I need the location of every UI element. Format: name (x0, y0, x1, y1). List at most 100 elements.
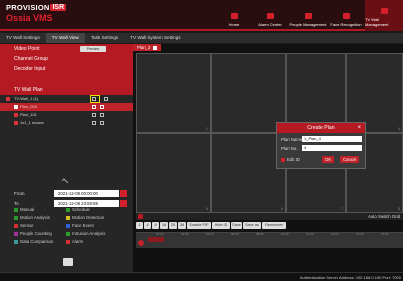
edit-icon[interactable] (92, 105, 96, 109)
auto-switch-label[interactable]: Auto Switch Grid (368, 214, 400, 219)
save-as-button[interactable]: Save as (243, 222, 261, 229)
tab-tv-wall-system-settings[interactable]: TV Wall System Settings (124, 33, 186, 43)
event-checkbox[interactable] (66, 231, 70, 236)
timeline-indicator-icon (138, 214, 143, 219)
menu-tv-wall-plan[interactable]: TV Wall Plan (0, 85, 133, 95)
tree-row-plan-003[interactable]: Plan_003 (0, 103, 133, 111)
timeline-marker[interactable] (148, 237, 164, 242)
plan-no-input[interactable]: 4 (302, 145, 362, 151)
people-icon (304, 13, 312, 19)
close-icon[interactable]: × (357, 123, 361, 133)
grid-cell[interactable]: 5 (136, 133, 211, 213)
renumber-button[interactable]: Renumber (262, 222, 286, 229)
tv-wall-icon (380, 8, 388, 14)
cancel-button[interactable]: Cancel (340, 156, 360, 163)
add-plan-icon[interactable] (92, 97, 96, 101)
event-filter-item[interactable]: Schedule (66, 207, 90, 212)
grid-cell[interactable]: 4 (346, 53, 403, 133)
plan-tab-label: Plan_3 (137, 45, 151, 50)
grid-16-button[interactable]: 16 (160, 222, 168, 229)
tree-label: TV-Wall_1 (1) (14, 96, 39, 101)
nav-face-recognition[interactable]: Face Recognition (327, 0, 365, 31)
grid-1-button[interactable]: 1 (136, 222, 143, 229)
delete-icon[interactable] (100, 105, 104, 109)
tab-task-settings[interactable]: Task Settings (85, 33, 124, 43)
brand-box: ISR (50, 4, 67, 11)
hide-id-button[interactable]: Hide ID (212, 222, 230, 229)
event-checkbox[interactable] (66, 239, 70, 244)
delete-icon[interactable] (100, 113, 104, 117)
grid-cell[interactable]: 3 (286, 53, 346, 133)
edit-id-checkbox[interactable] (281, 158, 285, 162)
menu-decoder-input[interactable]: Decoder Input (0, 64, 133, 74)
cell-number: 6 (281, 207, 283, 211)
plan-icon (14, 113, 18, 117)
enable-pip-button[interactable]: Enable PIP (187, 222, 211, 229)
menu-channel-group[interactable]: Channel Group (0, 54, 133, 64)
nav-tv-wall-management[interactable]: TV Wall Management (365, 0, 403, 31)
nav-home[interactable]: Home (217, 0, 251, 31)
timeline-tick-label: 00:00 (156, 232, 164, 236)
edit-icon[interactable] (92, 113, 96, 117)
event-filter-item[interactable]: Sensor (14, 223, 34, 228)
event-filter-item[interactable]: Motion Detection (66, 215, 104, 220)
event-checkbox[interactable] (14, 231, 18, 236)
cell-number: 4 (398, 127, 400, 131)
event-filter-item[interactable]: Motion Analysis (14, 215, 50, 220)
grid-36-button[interactable]: 36 (178, 222, 186, 229)
event-label: Face Event (72, 223, 94, 228)
grid-cell[interactable]: 1 (136, 53, 211, 133)
plan-name-input[interactable]: 1_Plan_4 (302, 136, 362, 142)
tab-tv-wall-settings[interactable]: TV Wall Settings (0, 33, 46, 43)
nav-people-management[interactable]: People Management (289, 0, 327, 31)
grid-4-button[interactable]: 4 (144, 222, 151, 229)
grid-25-button[interactable]: 25 (169, 222, 177, 229)
tree-row-tv-wall[interactable]: TV-Wall_1 (1) (0, 95, 133, 103)
event-checkbox[interactable] (66, 207, 70, 212)
grid-cell[interactable]: 6 (211, 133, 286, 213)
delete-icon[interactable] (104, 97, 108, 101)
grid-cell[interactable]: 2 (211, 53, 286, 133)
event-checkbox[interactable] (66, 215, 70, 220)
event-checkbox[interactable] (66, 223, 70, 228)
delete-icon[interactable] (100, 121, 104, 125)
plan-name-label: Plan Name (281, 137, 303, 142)
expand-icon[interactable] (6, 97, 10, 101)
tree-row-plan-1x1[interactable]: 1x1_1 mvanv (0, 119, 133, 127)
ok-button[interactable]: OK (322, 156, 335, 163)
event-filter-item[interactable]: Alarm (66, 239, 83, 244)
left-menu: Video Point Preview Channel Group Decode… (0, 44, 133, 85)
from-date-input[interactable]: 2021-12-08 00:00:00 (54, 190, 119, 197)
search-button[interactable] (63, 258, 73, 266)
calendar-icon[interactable] (120, 190, 127, 197)
close-tab-icon[interactable] (153, 45, 158, 50)
edit-icon[interactable] (92, 121, 96, 125)
event-filter-item[interactable]: People Counting (14, 231, 52, 236)
menu-video-point[interactable]: Video Point Preview (0, 44, 133, 54)
to-date-input[interactable]: 2021-12-08 23:59:59 (54, 200, 119, 207)
tab-tv-wall-view[interactable]: TV Wall View (45, 33, 85, 43)
event-label: Sensor (20, 223, 34, 228)
event-checkbox[interactable] (14, 207, 18, 212)
grid-9-button[interactable]: 9 (152, 222, 159, 229)
collapse-chevron-icon[interactable] (61, 178, 69, 185)
cell-number: 7 (341, 207, 343, 211)
status-text: Authentication Server Address: 192.168.0… (299, 275, 401, 280)
nav-alarm-center[interactable]: Alarm Center (251, 0, 289, 31)
tree-row-plan-101[interactable]: Plan_101 (0, 111, 133, 119)
calendar-icon[interactable] (120, 200, 127, 207)
event-filter-item[interactable]: Data Comparison (14, 239, 53, 244)
preview-button[interactable]: Preview (80, 46, 106, 52)
event-filter-item[interactable]: Face Event (66, 223, 94, 228)
event-filter-item[interactable]: Intrusion Analysis (66, 231, 105, 236)
plan-icon (14, 105, 18, 109)
event-checkbox[interactable] (14, 223, 18, 228)
save-button[interactable]: Save (231, 222, 242, 229)
event-checkbox[interactable] (14, 239, 18, 244)
nav-alarm-label: Alarm Center (258, 22, 282, 27)
plan-tab[interactable]: Plan_3 (133, 44, 162, 51)
event-filter-item[interactable]: Manual (14, 207, 34, 212)
timeline-ruler: 00:00 02:00 04:00 06:00 08:00 10:00 12:00 14:00… (136, 232, 403, 237)
event-checkbox[interactable] (14, 215, 18, 220)
playhead-icon[interactable] (138, 240, 144, 246)
